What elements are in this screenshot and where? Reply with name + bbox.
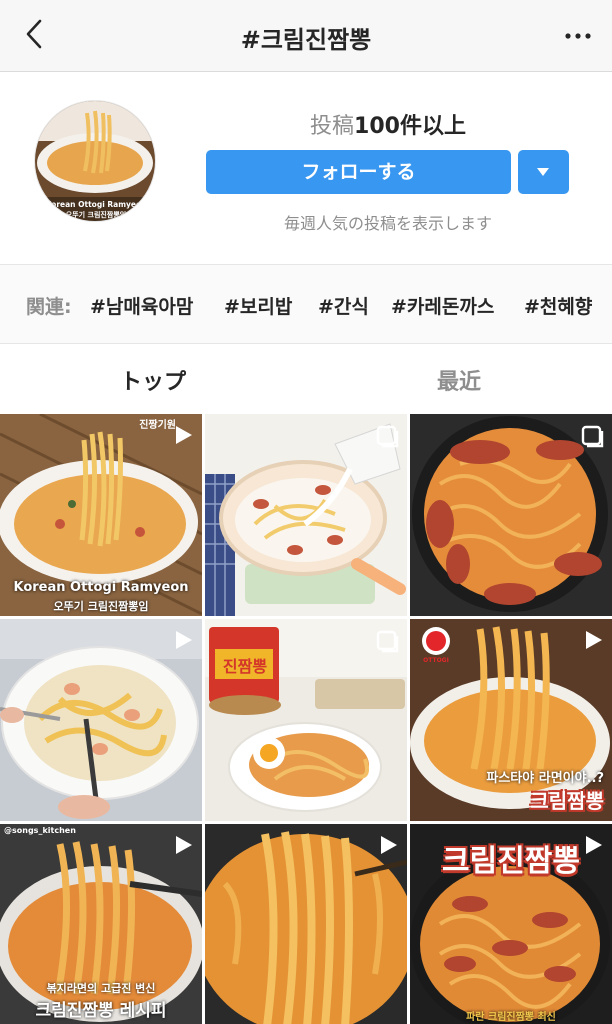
post-caption: 크림짬뽕 [530,789,604,813]
related-tag[interactable]: #카레돈까스 [391,292,494,319]
package-text: 진짬뽕 [222,657,268,676]
video-icon [586,631,602,649]
posts-number: 100件以上 [354,114,466,139]
multi-image-icon [376,630,399,653]
post-thumbnail[interactable]: OTTOGI 파스타야 라면이야..? 크림짬뽕 [410,619,612,821]
more-horizontal-icon[interactable] [558,18,598,54]
hashtag-avatar: Korean Ottogi Ramyeon 오뚜기 크림진짬뽕임 [34,100,156,222]
posts-count: 投稿100件以上 [206,108,570,140]
avatar-image: Korean Ottogi Ramyeon 오뚜기 크림진짬뽕임 [35,101,155,221]
post-handle: @songs_kitchen [4,826,76,835]
follow-dropdown-button[interactable] [518,150,569,194]
follow-button[interactable]: フォローする [206,150,511,194]
hashtag-header: Korean Ottogi Ramyeon 오뚜기 크림진짬뽕임 投稿100件以… [0,72,612,264]
weekly-info-text: 毎週人気の投稿を表示します [283,214,492,233]
top-bar: #크림진짬뽕 [0,0,612,72]
related-tag[interactable]: #보리밥 [224,292,292,319]
avatar-caption-line1: Korean Ottogi Ramyeon [46,200,147,209]
post-thumbnail[interactable] [410,414,612,616]
corner-text: 진짱기원 [139,420,176,431]
tab-top[interactable]: トップ [0,364,306,396]
related-tags-bar: 関連: #남매육아맘 #보리밥 #간식 #카레돈까스 #천혜향 [0,264,612,344]
post-footer-text: 파란 크림진짬뽕 최신 [466,1012,556,1023]
post-thumbnail[interactable] [0,619,202,821]
related-tag[interactable]: #남매육아맘 [90,292,193,319]
page-title: #크림진짬뽕 [240,26,372,54]
related-tag[interactable]: #천혜향 [524,292,592,319]
video-icon [381,836,397,854]
multi-image-icon [581,425,604,448]
triangle-down-icon [537,168,549,176]
avatar-caption-line2: 오뚜기 크림진짬뽕임 [66,210,126,219]
post-caption: 크림진짬뽕 레시피 [35,1001,167,1021]
tab-recent[interactable]: 最近 [306,364,612,396]
post-thumbnail[interactable]: 크림진짬뽕 파란 크림진짬뽕 최신 [410,824,612,1024]
video-icon [176,426,192,444]
post-thumbnail[interactable]: 진짱기원 Korean Ottogi Ramyeon 오뚜기 크림진짬뽕임 [0,414,202,616]
post-thumbnail[interactable] [205,414,407,616]
brand-text: OTTOGI [423,657,449,664]
related-tag[interactable]: #간식 [318,292,369,319]
post-grid: 진짱기원 Korean Ottogi Ramyeon 오뚜기 크림진짬뽕임 진짬… [0,414,612,1024]
multi-image-icon [376,425,399,448]
post-tabs: トップ 最近 [0,344,612,414]
post-thumbnail[interactable]: 진짬뽕 [205,619,407,821]
posts-label: 投稿 [310,114,355,139]
video-icon [586,836,602,854]
post-thumbnail[interactable]: @songs_kitchen 볶지라면의 고급진 변신 크림진짬뽕 레시피 [0,824,202,1024]
post-thumbnail[interactable] [205,824,407,1024]
post-caption: 파스타야 라면이야..? [486,771,604,786]
video-icon [176,836,192,854]
post-caption: 오뚜기 크림진짬뽕임 [53,600,149,613]
post-caption: 볶지라면의 고급진 변신 [46,982,156,995]
post-caption: Korean Ottogi Ramyeon [13,580,189,595]
video-icon [176,631,192,649]
related-label: 関連: [26,296,72,318]
